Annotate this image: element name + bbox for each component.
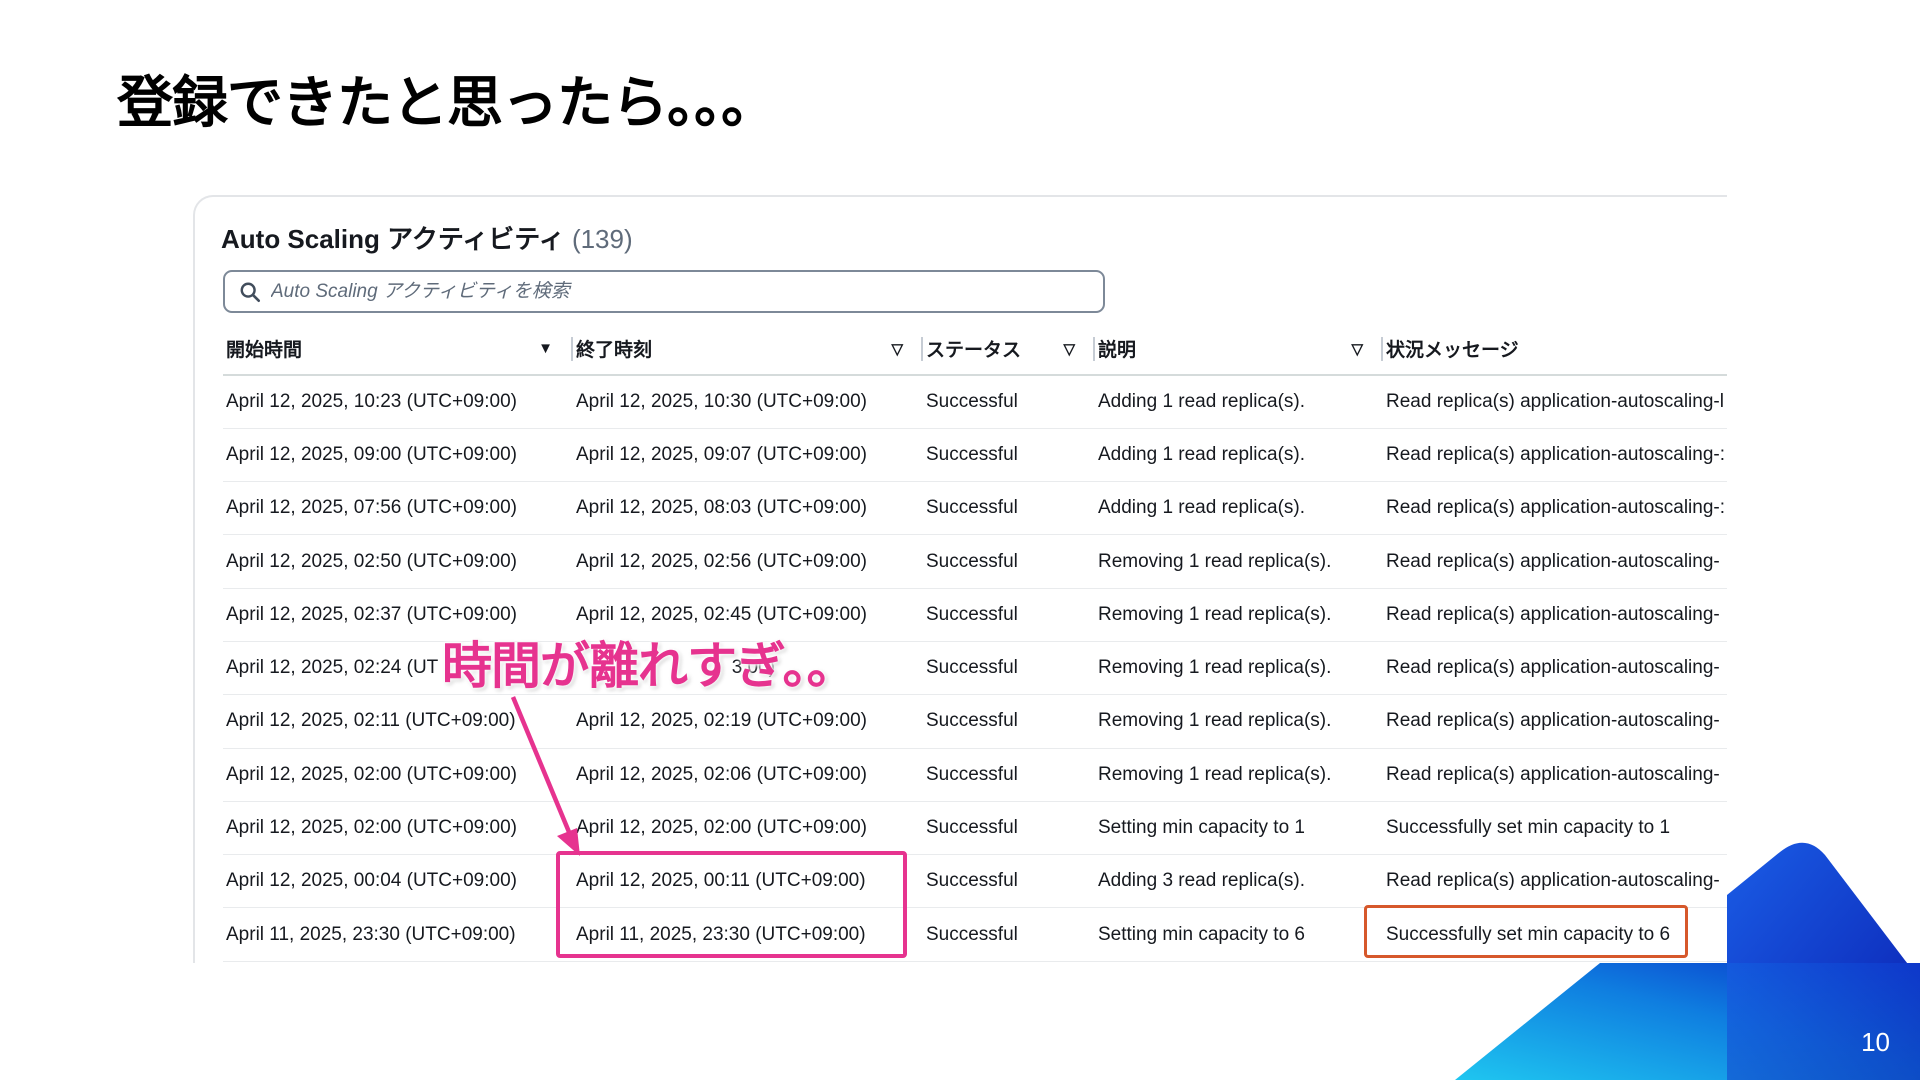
cell-status: Successful — [923, 534, 1095, 589]
column-header-status-message[interactable]: 状況メッセージ — [1383, 323, 1727, 376]
sort-icon[interactable]: ▽ — [1063, 340, 1075, 358]
sort-icon[interactable]: ▽ — [891, 340, 903, 358]
cell-description: Removing 1 read replica(s). — [1095, 641, 1383, 696]
cell-status-message: Read replica(s) application-autoscaling- — [1383, 534, 1727, 589]
cell-start-time: April 12, 2025, 02:00 (UTC+09:00) — [223, 801, 573, 856]
cell-description: Removing 1 read replica(s). — [1095, 588, 1383, 642]
cell-status: Successful — [923, 481, 1095, 536]
table-row: April 12, 2025, 00:04 (UTC+09:00) April … — [223, 854, 1727, 909]
cell-start-time: April 11, 2025, 23:30 (UTC+09:00) — [223, 907, 573, 962]
table-row: April 12, 2025, 02:00 (UTC+09:00) April … — [223, 801, 1727, 856]
cell-status: Successful — [923, 801, 1095, 856]
cell-start-time: April 12, 2025, 02:11 (UTC+09:00) — [223, 694, 573, 749]
table-row: April 12, 2025, 02:11 (UTC+09:00) April … — [223, 694, 1727, 749]
cell-end-time: April 12, 2025, 08:03 (UTC+09:00) — [573, 481, 923, 536]
page-number: 10 — [1861, 1027, 1890, 1057]
cell-status: Successful — [923, 375, 1095, 429]
sort-icon[interactable]: ▽ — [1351, 340, 1363, 358]
table-row: April 12, 2025, 07:56 (UTC+09:00) April … — [223, 481, 1727, 536]
cell-start-time: April 12, 2025, 10:23 (UTC+09:00) — [223, 375, 573, 429]
cell-end-time: April 12, 2025, 09:07 (UTC+09:00) — [573, 428, 923, 483]
column-label: 開始時間 — [226, 340, 303, 361]
activity-count: (139) — [571, 224, 633, 254]
search-input[interactable] — [271, 280, 1071, 303]
cell-status-message: Successfully set min capacity to 1 — [1383, 801, 1727, 856]
cell-status-message: Read replica(s) application-autoscaling- — [1383, 694, 1727, 749]
column-header-start-time[interactable]: 開始時間 ▼ — [223, 323, 573, 376]
column-label: ステータス — [926, 340, 1022, 361]
cell-status-message: Read replica(s) application-autoscaling-… — [1383, 375, 1727, 429]
cell-status-message: Read replica(s) application-autoscaling- — [1383, 748, 1727, 802]
cell-description: Adding 3 read replica(s). — [1095, 854, 1383, 909]
cell-description: Adding 1 read replica(s). — [1095, 428, 1383, 483]
cell-end-time: April 12, 2025, 02:56 (UTC+09:00) — [573, 534, 923, 589]
cell-start-time: April 12, 2025, 09:00 (UTC+09:00) — [223, 428, 573, 483]
cell-status: Successful — [923, 588, 1095, 642]
slide-title: 登録できたと思ったら。。。 — [117, 71, 777, 136]
autoscaling-activity-panel: Auto Scaling アクティビティ (139) 開始時間 ▼ 終了時刻 ▽ — [193, 195, 1727, 963]
cell-status: Successful — [923, 748, 1095, 802]
cell-description: Removing 1 read replica(s). — [1095, 534, 1383, 589]
end-time-highlight-box — [556, 851, 907, 958]
callout-text: 時間が離れすぎ。。 — [442, 637, 856, 695]
column-header-end-time[interactable]: 終了時刻 ▽ — [573, 323, 923, 376]
panel-title: Auto Scaling アクティビティ — [221, 224, 565, 254]
cell-description: Adding 1 read replica(s). — [1095, 375, 1383, 429]
cell-start-time: April 12, 2025, 02:50 (UTC+09:00) — [223, 534, 573, 589]
table-row: April 12, 2025, 02:50 (UTC+09:00) April … — [223, 534, 1727, 589]
column-header-description[interactable]: 説明 ▽ — [1095, 323, 1383, 376]
table-row: April 12, 2025, 09:00 (UTC+09:00) April … — [223, 428, 1727, 483]
cell-status-message: Read replica(s) application-autoscaling- — [1383, 854, 1727, 909]
cell-end-time: April 12, 2025, 10:30 (UTC+09:00) — [573, 375, 923, 429]
sort-descending-icon[interactable]: ▼ — [538, 340, 553, 357]
cell-status-message: Read replica(s) application-autoscaling- — [1383, 588, 1727, 642]
cell-status-message: Read replica(s) application-autoscaling-… — [1383, 481, 1727, 536]
cell-description: Removing 1 read replica(s). — [1095, 694, 1383, 749]
cell-description: Adding 1 read replica(s). — [1095, 481, 1383, 536]
cell-status: Successful — [923, 694, 1095, 749]
status-message-highlight-box — [1364, 905, 1688, 958]
column-label: 説明 — [1098, 340, 1137, 361]
column-label: 状況メッセージ — [1386, 340, 1519, 361]
cell-status-message: Read replica(s) application-autoscaling- — [1383, 641, 1727, 696]
cell-start-time: April 12, 2025, 00:04 (UTC+09:00) — [223, 854, 573, 909]
table-row: April 12, 2025, 10:23 (UTC+09:00) April … — [223, 375, 1727, 429]
table-row: April 12, 2025, 02:00 (UTC+09:00) April … — [223, 748, 1727, 802]
column-label: 終了時刻 — [576, 340, 653, 361]
table-header-row: 開始時間 ▼ 終了時刻 ▽ ステータス ▽ 説明 ▽ 状況メッセージ — [223, 323, 1727, 376]
cell-end-time: April 12, 2025, 02:06 (UTC+09:00) — [573, 748, 923, 802]
cell-start-time: April 12, 2025, 07:56 (UTC+09:00) — [223, 481, 573, 536]
column-header-status[interactable]: ステータス ▽ — [923, 323, 1095, 376]
cell-description: Removing 1 read replica(s). — [1095, 748, 1383, 802]
cell-status: Successful — [923, 907, 1095, 962]
cell-description: Setting min capacity to 6 — [1095, 907, 1383, 962]
panel-header: Auto Scaling アクティビティ (139) — [221, 219, 633, 256]
cell-status: Successful — [923, 854, 1095, 909]
cell-status-message: Read replica(s) application-autoscaling-… — [1383, 428, 1727, 483]
cell-start-time: April 12, 2025, 02:00 (UTC+09:00) — [223, 748, 573, 802]
search-box[interactable] — [223, 270, 1105, 313]
cell-end-time: April 12, 2025, 02:00 (UTC+09:00) — [573, 801, 923, 856]
cell-status: Successful — [923, 641, 1095, 696]
cell-status: Successful — [923, 428, 1095, 483]
search-icon — [240, 282, 260, 302]
cell-end-time: April 12, 2025, 02:19 (UTC+09:00) — [573, 694, 923, 749]
cell-description: Setting min capacity to 1 — [1095, 801, 1383, 856]
